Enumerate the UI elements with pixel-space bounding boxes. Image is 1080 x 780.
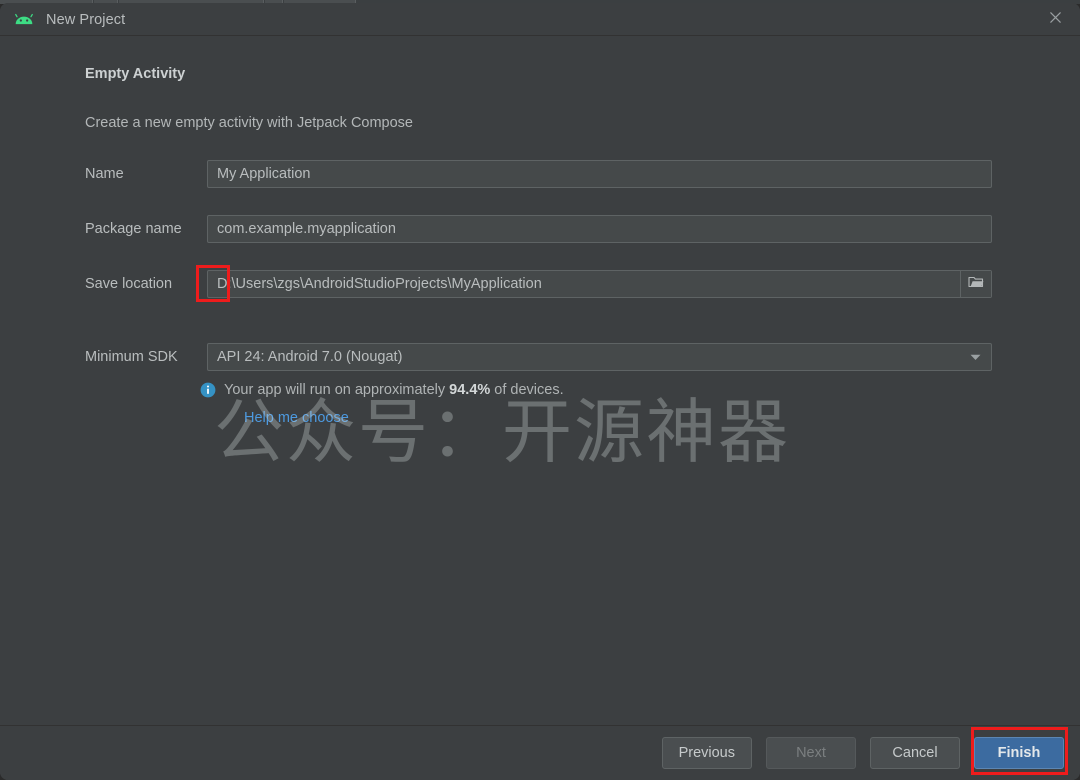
name-input-value: My Application [217,166,311,182]
cancel-button[interactable]: Cancel [870,737,960,769]
sdk-coverage-percent: 94.4% [449,382,491,398]
minimum-sdk-label: Minimum SDK [85,349,178,365]
field-row-name: Name My Application [85,160,992,188]
name-input[interactable]: My Application [207,160,992,188]
footer-button-group: Previous Next Cancel Finish [661,737,1064,769]
watermark-text: 公众号：开源神器 [214,391,790,473]
titlebar-left-group: New Project [0,12,125,28]
sdk-coverage-text: Your app will run on approximately 94.4%… [224,380,564,400]
chevron-down-icon[interactable] [959,344,991,370]
dialog-title: New Project [46,11,126,28]
field-row-minimum-sdk: Minimum SDK API 24: Android 7.0 (Nougat) [85,343,992,371]
minimum-sdk-selected-value: API 24: Android 7.0 (Nougat) [217,349,403,365]
close-icon [1048,10,1063,30]
save-location-input-value: D:\Users\zgs\AndroidStudioProjects\MyApp… [217,276,542,292]
sdk-coverage-info: Your app will run on approximately 94.4%… [200,380,564,400]
new-project-dialog: New Project Empty Activity Create a new … [0,3,1080,780]
finish-button[interactable]: Finish [974,737,1064,769]
dialog-content: Empty Activity Create a new empty activi… [0,36,1080,725]
save-location-input[interactable]: D:\Users\zgs\AndroidStudioProjects\MyApp… [207,270,992,298]
save-location-label: Save location [85,276,173,292]
package-name-input[interactable]: com.example.myapplication [207,215,992,243]
sdk-coverage-text-group: Your app will run on approximately 94.4%… [224,380,564,400]
previous-button[interactable]: Previous [661,737,752,769]
page-title: Empty Activity [85,66,186,82]
browse-folder-button[interactable] [960,271,991,297]
name-label: Name [85,166,124,182]
dialog-titlebar: New Project [0,3,1080,36]
info-icon [200,382,216,398]
sdk-coverage-text-after: of devices. [490,382,564,398]
field-row-package-name: Package name com.example.myapplication [85,215,992,243]
folder-icon [968,275,984,293]
field-row-save-location: Save location D:\Users\zgs\AndroidStudio… [85,270,992,298]
dialog-footer: Previous Next Cancel Finish [0,725,1080,780]
minimum-sdk-dropdown[interactable]: API 24: Android 7.0 (Nougat) [207,343,992,371]
close-button[interactable] [1030,3,1080,36]
sdk-coverage-text-before: Your app will run on approximately [224,382,450,398]
page-description: Create a new empty activity with Jetpack… [85,115,413,131]
android-robot-icon [14,12,34,28]
next-button: Next [766,737,856,769]
package-name-label: Package name [85,221,182,237]
package-name-input-value: com.example.myapplication [217,221,396,237]
help-me-choose-link[interactable]: Help me choose [244,410,349,426]
